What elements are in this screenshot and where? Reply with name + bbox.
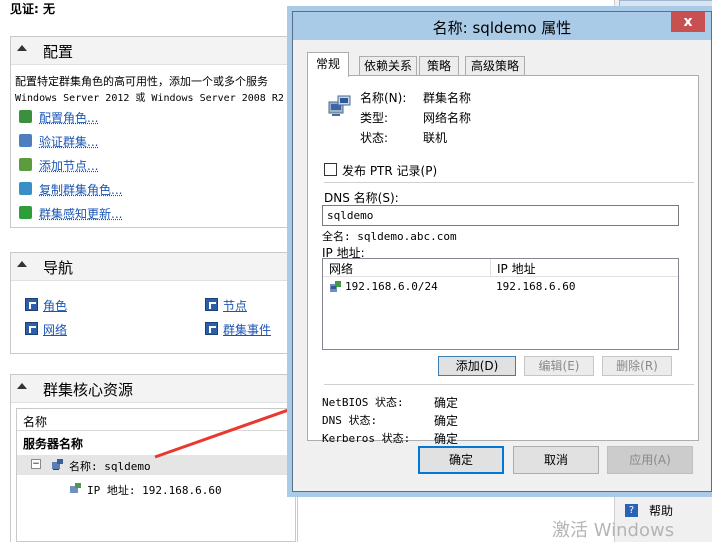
- type-value: 网络名称: [423, 111, 472, 125]
- shortcut-arrow-icon: [25, 298, 38, 311]
- validate-cluster-icon: [19, 134, 32, 147]
- name-label: 名称(N):: [360, 91, 407, 105]
- dialog-title: 名称: sqldemo 属性: [432, 19, 572, 37]
- ip-address-resource[interactable]: IP 地址: 192.168.6.60: [17, 479, 295, 499]
- kerberos-status-value: 确定: [434, 432, 459, 446]
- netbios-status-value: 确定: [434, 396, 459, 410]
- config-section-header[interactable]: 配置: [11, 37, 297, 65]
- ip-column-header[interactable]: IP 地址: [491, 259, 680, 277]
- collapse-caret-icon[interactable]: [17, 261, 27, 267]
- collapse-caret-icon[interactable]: [17, 383, 27, 389]
- configure-role-icon: [19, 110, 32, 123]
- shortcut-arrow-icon: [25, 322, 38, 335]
- collapse-toggle-icon[interactable]: −: [31, 459, 41, 469]
- nav-section-title: 导航: [43, 259, 74, 277]
- dialog-titlebar[interactable]: 名称: sqldemo 属性 x: [293, 12, 711, 40]
- tab-general[interactable]: 常规: [307, 52, 349, 77]
- apply-button[interactable]: 应用(A): [607, 446, 693, 474]
- server-name-group: 服务器名称: [23, 437, 84, 451]
- network-name-icon: [51, 458, 64, 471]
- name-column-header[interactable]: 名称: [17, 409, 295, 431]
- netbios-status-label: NetBIOS 状态:: [322, 396, 404, 409]
- publish-ptr-checkbox[interactable]: [324, 163, 337, 176]
- cluster-name-resource[interactable]: − 名称: sqldemo: [17, 455, 295, 475]
- dns-status-value: 确定: [434, 414, 459, 428]
- dns-status-label: DNS 状态:: [322, 414, 378, 427]
- full-name-text: 全名: sqldemo.abc.com: [322, 230, 457, 243]
- add-node-icon: [19, 158, 32, 171]
- config-section: 配置 配置特定群集角色的高可用性，添加一个或多个服务 Windows Serve…: [10, 36, 298, 228]
- remove-button[interactable]: 删除(R): [602, 356, 672, 376]
- core-resources-list: 名称 服务器名称 − 名称: sqldemo IP 地址: 192.168.6.…: [16, 408, 296, 542]
- copy-roles-icon: [19, 182, 32, 195]
- status-value: 联机: [423, 131, 448, 145]
- dns-name-input[interactable]: sqldemo: [322, 205, 679, 226]
- ip-address-list[interactable]: 网络 IP 地址 192.168.6.0/24 192.168.6.60: [322, 258, 679, 350]
- status-label: 状态:: [360, 131, 389, 145]
- edit-button[interactable]: 编辑(E): [524, 356, 594, 376]
- cancel-button[interactable]: 取消: [513, 446, 599, 474]
- tab-dependencies[interactable]: 依赖关系: [359, 56, 417, 76]
- witness-label: 见证: 无: [10, 2, 55, 16]
- config-desc-line1: 配置特定群集角色的高可用性，添加一个或多个服务: [15, 75, 268, 88]
- config-section-title: 配置: [43, 43, 74, 61]
- ip-list-header: 网络 IP 地址: [323, 259, 678, 277]
- config-desc-line2: Windows Server 2012 或 Windows Server 200…: [15, 93, 284, 104]
- nav-section: 导航 角色 节点 网络 群集事件: [10, 252, 298, 354]
- divider: [324, 182, 694, 183]
- ip-list-row[interactable]: 192.168.6.0/24 192.168.6.60: [323, 278, 678, 296]
- dns-name-label: DNS 名称(S):: [324, 191, 399, 205]
- add-button[interactable]: 添加(D): [438, 356, 516, 376]
- name-value: 群集名称: [423, 91, 472, 105]
- shortcut-arrow-icon: [205, 322, 218, 335]
- divider: [324, 384, 694, 385]
- collapse-caret-icon[interactable]: [17, 45, 27, 51]
- ok-button[interactable]: 确定: [418, 446, 504, 474]
- shortcut-arrow-icon: [205, 298, 218, 311]
- activate-windows-watermark: 激活 Windows: [552, 520, 675, 541]
- ip-row-network: 192.168.6.0/24: [345, 280, 438, 293]
- nav-section-header[interactable]: 导航: [11, 253, 297, 281]
- tab-policies[interactable]: 策略: [419, 56, 459, 76]
- core-resources-header[interactable]: 群集核心资源: [11, 375, 297, 403]
- publish-ptr-label[interactable]: 发布 PTR 记录(P): [342, 162, 437, 179]
- properties-dialog: 名称: sqldemo 属性 x 常规 依赖关系 策略 高级策略 名称(N): …: [292, 11, 712, 492]
- update-arrow-icon: [19, 206, 32, 219]
- tab-advanced-policies[interactable]: 高级策略: [465, 56, 525, 76]
- ip-address-icon: [69, 482, 82, 495]
- ip-row-address: 192.168.6.60: [496, 280, 576, 293]
- kerberos-status-label: Kerberos 状态:: [322, 432, 411, 445]
- network-adapter-icon: [329, 280, 342, 293]
- network-column-header[interactable]: 网络: [323, 259, 491, 277]
- close-button[interactable]: x: [671, 12, 705, 32]
- core-resources-title: 群集核心资源: [43, 381, 134, 399]
- network-name-icon: [326, 92, 354, 120]
- type-label: 类型:: [360, 111, 389, 125]
- general-tab-panel: 名称(N): 群集名称 类型: 网络名称 状态: 联机 发布 PTR 记录(P)…: [307, 75, 699, 446]
